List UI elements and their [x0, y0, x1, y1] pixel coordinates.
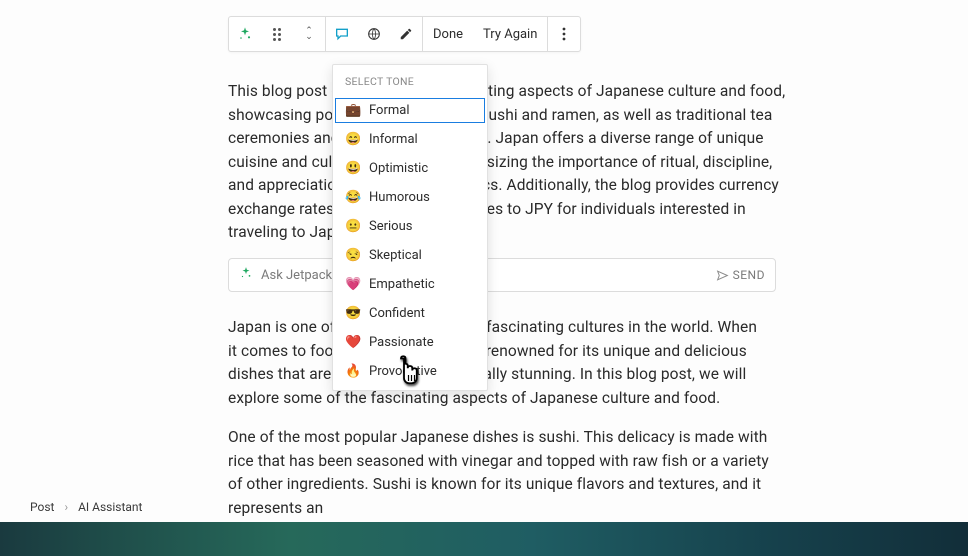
tone-option-label: Confident — [369, 306, 425, 321]
tone-option-formal[interactable]: 💼 Formal — [333, 96, 487, 125]
tone-dropdown: SELECT TONE 💼 Formal 😄 Informal 😃 Optimistic 😂… — [332, 64, 488, 391]
tone-option-skeptical[interactable]: 😒 Skeptical — [333, 241, 487, 270]
tone-option-serious[interactable]: 😐 Serious — [333, 212, 487, 241]
bottom-bar — [0, 522, 968, 556]
ask-ai-input-bar[interactable]: Ask Jetpack AI SEND — [228, 258, 776, 292]
tone-option-label: Provocative — [369, 364, 437, 379]
tone-option-passionate[interactable]: ❤️ Passionate — [333, 328, 487, 357]
breadcrumb-item-ai-assistant[interactable]: AI Assistant — [78, 500, 142, 514]
tone-option-empathetic[interactable]: 💗 Empathetic — [333, 270, 487, 299]
send-button[interactable]: SEND — [716, 268, 765, 282]
tone-emoji-icon: 😐 — [345, 219, 361, 234]
pencil-icon[interactable] — [390, 17, 422, 51]
chevron-right-icon: › — [64, 500, 68, 514]
tone-emoji-icon: 😃 — [345, 161, 361, 176]
tone-option-informal[interactable]: 😄 Informal — [333, 125, 487, 154]
ai-sparkle-icon — [239, 266, 253, 284]
tone-emoji-icon: 😎 — [345, 306, 361, 321]
try-again-button[interactable]: Try Again — [473, 17, 547, 51]
tone-option-label: Humorous — [369, 190, 430, 205]
breadcrumb: Post › AI Assistant — [30, 500, 142, 514]
body-paragraph-2: One of the most popular Japanese dishes … — [228, 426, 780, 520]
tone-option-label: Optimistic — [369, 161, 428, 176]
tone-option-confident[interactable]: 😎 Confident — [333, 299, 487, 328]
dropdown-header: SELECT TONE — [333, 65, 487, 96]
tone-option-label: Formal — [369, 103, 410, 118]
tone-emoji-icon: 😄 — [345, 132, 361, 147]
ai-sparkle-icon[interactable] — [229, 17, 261, 51]
tone-emoji-icon: ❤️ — [345, 335, 361, 350]
tone-emoji-icon: 😂 — [345, 190, 361, 205]
tone-option-label: Empathetic — [369, 277, 435, 292]
more-options-icon[interactable] — [548, 17, 580, 51]
tone-option-humorous[interactable]: 😂 Humorous — [333, 183, 487, 212]
tone-option-provocative[interactable]: 🔥 Provocative — [333, 357, 487, 386]
tone-option-label: Passionate — [369, 335, 434, 350]
send-label: SEND — [733, 268, 765, 282]
tone-emoji-icon: 💗 — [345, 277, 361, 292]
tone-option-label: Skeptical — [369, 248, 422, 263]
drag-handle-icon[interactable] — [261, 17, 293, 51]
tone-emoji-icon: 😒 — [345, 248, 361, 263]
speech-bubble-icon[interactable] — [326, 17, 358, 51]
summary-paragraph: This blog post delves into the fascinati… — [228, 80, 788, 245]
move-up-down-icon[interactable]: ⌃⌄ — [293, 17, 325, 51]
tone-option-label: Serious — [369, 219, 412, 234]
tone-option-optimistic[interactable]: 😃 Optimistic — [333, 154, 487, 183]
tone-emoji-icon: 💼 — [345, 103, 361, 118]
done-button[interactable]: Done — [423, 17, 473, 51]
globe-icon[interactable] — [358, 17, 390, 51]
breadcrumb-item-post[interactable]: Post — [30, 500, 54, 514]
block-toolbar: ⌃⌄ Done Try Again — [228, 16, 581, 52]
tone-emoji-icon: 🔥 — [345, 364, 361, 379]
tone-option-label: Informal — [369, 132, 418, 147]
body-paragraph-1: Japan is one of the most unique and fasc… — [228, 316, 764, 410]
